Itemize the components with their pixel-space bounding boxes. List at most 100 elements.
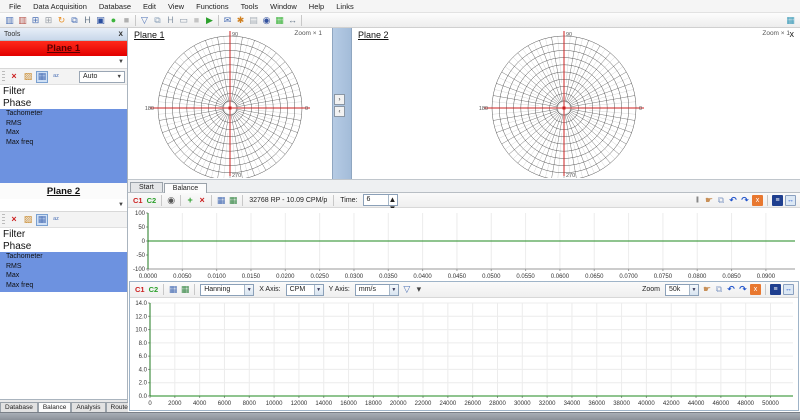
record-icon[interactable]: ●: [107, 14, 120, 27]
menu-tools[interactable]: Tools: [235, 2, 265, 11]
menu-edit[interactable]: Edit: [137, 2, 162, 11]
spectrum-chart[interactable]: 0200040006000800010000120001400016000180…: [130, 298, 797, 409]
menu-data-acquisition[interactable]: Data Acquisition: [27, 2, 93, 11]
export-icon[interactable]: ≡: [772, 195, 783, 206]
paste-icon[interactable]: ▨: [22, 71, 34, 83]
copy-icon[interactable]: ⧉: [713, 284, 725, 296]
zoom-select[interactable]: 50k▼: [665, 284, 699, 296]
menu-window[interactable]: Window: [264, 2, 303, 11]
dock-icon[interactable]: ▦: [784, 14, 797, 27]
sort-az-icon[interactable]: az: [50, 71, 62, 83]
new-window-icon[interactable]: ⊞: [29, 14, 42, 27]
spin-up-icon[interactable]: ▲: [389, 195, 397, 204]
close-icon[interactable]: x: [790, 30, 795, 39]
copy-icon[interactable]: ⧉: [68, 14, 81, 27]
filter-funnel-icon[interactable]: ▽: [401, 284, 413, 296]
stop2-icon[interactable]: ■: [190, 14, 203, 27]
hand-pan-icon[interactable]: ☛: [703, 194, 715, 206]
expand-icon[interactable]: ↔: [783, 284, 794, 295]
window-function-select[interactable]: Hanning▼: [200, 284, 254, 296]
plane2-point-combobox[interactable]: ▼: [0, 199, 127, 212]
undo-icon[interactable]: ↶: [727, 194, 739, 206]
channel-c2-toggle[interactable]: C2: [147, 285, 161, 294]
web-icon[interactable]: ◉: [260, 14, 273, 27]
menu-help[interactable]: Help: [303, 2, 330, 11]
polar-plot[interactable]: 900270180: [128, 28, 332, 178]
polar-plot[interactable]: 900270180: [352, 28, 798, 178]
beam-icon[interactable]: H: [81, 14, 94, 27]
database-remove-icon[interactable]: ▥: [16, 14, 29, 27]
redo-icon[interactable]: ↷: [737, 284, 749, 296]
hand-pan-icon[interactable]: ☛: [701, 284, 713, 296]
export-icon[interactable]: ≡: [770, 284, 781, 295]
caret-down-icon[interactable]: ▾: [413, 284, 425, 296]
splitter-collapse-left-button[interactable]: ‹: [334, 106, 345, 117]
beam2-icon[interactable]: H: [164, 14, 177, 27]
channel-c1-toggle[interactable]: C1: [131, 196, 145, 205]
save-icon[interactable]: ▣: [94, 14, 107, 27]
list-item[interactable]: Max: [0, 128, 127, 138]
list-item[interactable]: Tachometer: [0, 252, 127, 262]
add-icon[interactable]: +: [184, 194, 196, 206]
menu-view[interactable]: View: [162, 2, 190, 11]
close-chart-icon[interactable]: x: [750, 284, 761, 295]
report-icon[interactable]: ▥: [3, 14, 16, 27]
plane1-point-combobox[interactable]: ▼: [0, 56, 127, 69]
plane2-banner[interactable]: Plane 2: [0, 183, 127, 199]
splitter-collapse-right-button[interactable]: ›: [334, 94, 345, 105]
menu-functions[interactable]: Functions: [190, 2, 235, 11]
panel-splitter[interactable]: ›‹: [332, 28, 352, 179]
services-icon[interactable]: ✱: [234, 14, 247, 27]
list-item[interactable]: RMS: [0, 262, 127, 272]
list-item[interactable]: Tachometer: [0, 109, 127, 119]
x-axis-unit-select[interactable]: CPM▼: [286, 284, 324, 296]
copy-icon[interactable]: ⧉: [715, 194, 727, 206]
auto-scale-combobox[interactable]: Auto▼: [79, 71, 125, 83]
expand-icon[interactable]: ↔: [785, 195, 796, 206]
remove-icon[interactable]: ×: [196, 194, 208, 206]
selection-icon[interactable]: ▭: [177, 14, 190, 27]
play-icon[interactable]: ▶: [203, 14, 216, 27]
chart-color-icon[interactable]: ▦: [273, 14, 286, 27]
menu-file[interactable]: File: [3, 2, 27, 11]
paste-icon[interactable]: ▨: [22, 214, 34, 226]
move-icon[interactable]: ↔: [286, 14, 299, 27]
channel-c1-toggle[interactable]: C1: [133, 285, 147, 294]
channel-c2-toggle[interactable]: C2: [145, 196, 159, 205]
stop-icon[interactable]: ■: [120, 14, 133, 27]
waveform-chart[interactable]: 0.00000.00500.01000.01500.02000.02500.03…: [128, 208, 799, 281]
table-icon[interactable]: ▦: [215, 194, 227, 206]
module-tab-database[interactable]: Database: [0, 402, 38, 412]
list-item[interactable]: RMS: [0, 119, 127, 129]
copy-pages-icon[interactable]: ⧉: [151, 14, 164, 27]
table-icon[interactable]: ▦: [167, 284, 179, 296]
sort-az-icon[interactable]: az: [50, 214, 62, 226]
tab-start[interactable]: Start: [130, 182, 163, 192]
window-icon[interactable]: ⊞: [42, 14, 55, 27]
tools-panel-close-icon[interactable]: x: [119, 30, 123, 38]
refresh-icon[interactable]: ↻: [55, 14, 68, 27]
grid-icon[interactable]: ▦: [36, 71, 48, 83]
menu-links[interactable]: Links: [330, 2, 360, 11]
table-chart-icon[interactable]: ▦: [179, 284, 191, 296]
tab-balance[interactable]: Balance: [164, 183, 207, 193]
list-item[interactable]: Max freq: [0, 138, 127, 148]
undo-icon[interactable]: ↶: [725, 284, 737, 296]
list-item[interactable]: Max freq: [0, 281, 127, 291]
filter-icon[interactable]: ▽: [138, 14, 151, 27]
plane1-banner[interactable]: Plane 1: [0, 41, 127, 56]
list-item[interactable]: Max: [0, 271, 127, 281]
module-tab-balance[interactable]: Balance: [38, 402, 72, 412]
close-chart-icon[interactable]: x: [752, 195, 763, 206]
module-tab-analysis[interactable]: Analysis: [71, 402, 105, 412]
columns-icon[interactable]: |||: [691, 194, 703, 206]
table-chart-icon[interactable]: ▦: [227, 194, 239, 206]
delete-icon[interactable]: ×: [8, 71, 20, 83]
mail-icon[interactable]: ✉: [221, 14, 234, 27]
menu-database[interactable]: Database: [93, 2, 137, 11]
document-icon[interactable]: ▤: [247, 14, 260, 27]
grid-icon[interactable]: ▦: [36, 214, 48, 226]
visibility-eye-icon[interactable]: ◉: [165, 194, 177, 206]
redo-icon[interactable]: ↷: [739, 194, 751, 206]
time-spinner[interactable]: 6▲▼: [363, 194, 398, 206]
